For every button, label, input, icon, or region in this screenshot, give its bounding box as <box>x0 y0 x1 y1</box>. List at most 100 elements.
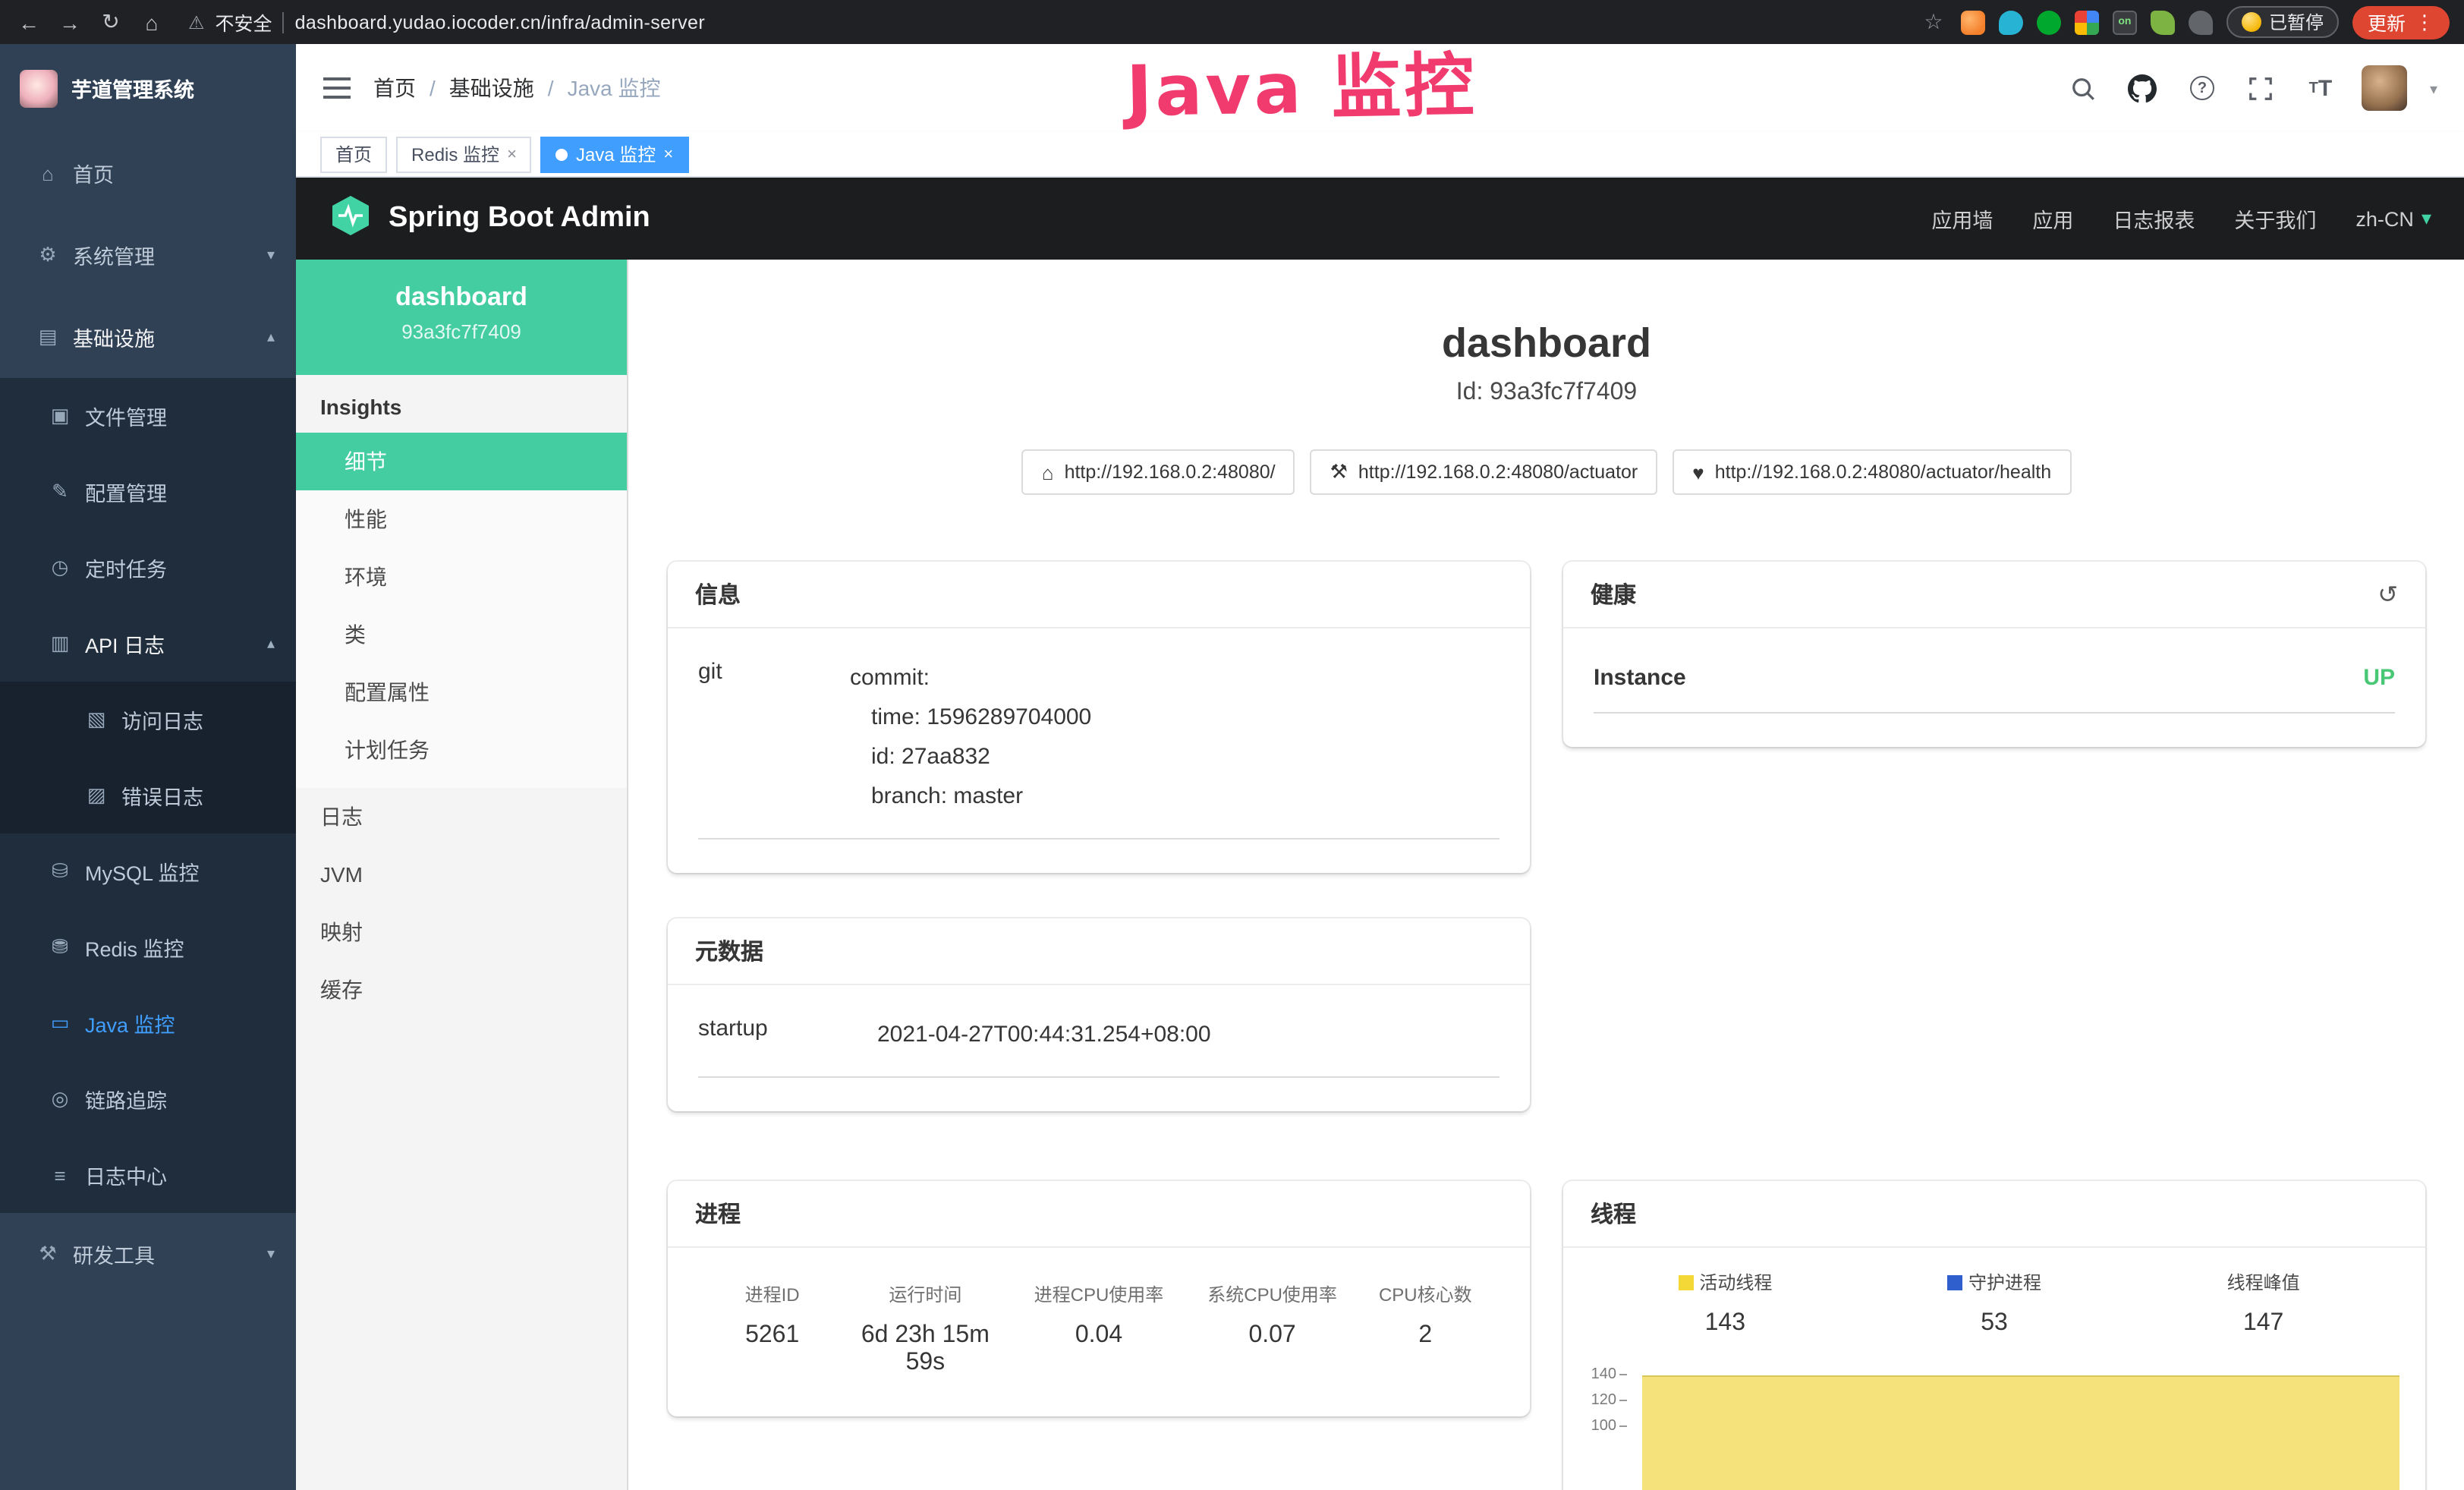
bookmark-star-icon[interactable] <box>1920 9 1947 35</box>
stat-process-cpu: 进程CPU使用率 0.04 <box>1010 1281 1187 1377</box>
warning-icon <box>188 11 205 33</box>
leaf-extension-icon[interactable] <box>2151 10 2175 34</box>
history-icon[interactable] <box>2377 579 2398 610</box>
reload-icon[interactable]: ↻ <box>97 9 124 35</box>
stat-system-cpu: 系统CPU使用率 0.07 <box>1188 1281 1358 1377</box>
breadcrumb-infrastructure[interactable]: 基础设施 <box>449 73 534 103</box>
startup-row: startup 2021-04-27T00:44:31.254+08:00 <box>698 997 1499 1078</box>
legend-live-threads: 活动线程 143 <box>1591 1269 1860 1337</box>
sidebar-item-caches[interactable]: 缓存 <box>296 961 627 1019</box>
tab-java-monitor[interactable]: Java 监控 × <box>541 136 688 172</box>
app-logo[interactable]: 芋道管理系统 <box>0 44 296 132</box>
yellow-legend-square <box>1678 1274 1693 1290</box>
instance-id: 93a3fc7f7409 <box>296 320 627 343</box>
evernote-extension-icon[interactable] <box>2037 10 2061 34</box>
search-icon[interactable] <box>2066 75 2102 101</box>
process-stats: 进程ID 5261 运行时间 6d 23h 15m 59s <box>698 1260 1499 1383</box>
forward-icon[interactable]: → <box>56 10 83 34</box>
blue-legend-square <box>1947 1274 1962 1290</box>
sidebar-item-infrastructure[interactable]: ▤ 基础设施 <box>0 296 296 378</box>
base-url-link[interactable]: http://192.168.0.2:48080/ <box>1022 449 1295 495</box>
switch-on-extension-icon[interactable]: on <box>2113 10 2137 34</box>
active-tab-dot <box>556 148 568 160</box>
sidebar-item-scheduled-tasks[interactable]: ◷ 定时任务 <box>0 530 296 606</box>
paused-badge[interactable]: 已暂停 <box>2226 6 2339 38</box>
sidebar-item-api-logs[interactable]: ▥ API 日志 <box>0 606 296 682</box>
grid-extension-icon[interactable] <box>2075 10 2099 34</box>
metadata-card-header: 元数据 <box>668 918 1530 985</box>
sidebar-item-link-tracing[interactable]: ◎ 链路追踪 <box>0 1061 296 1137</box>
sidebar-item-config-management[interactable]: ✎ 配置管理 <box>0 454 296 530</box>
back-icon[interactable]: ← <box>15 10 42 34</box>
github-icon[interactable] <box>2125 74 2161 102</box>
insights-item-classes[interactable]: 类 <box>296 606 627 663</box>
instance-header[interactable]: dashboard 93a3fc7f7409 <box>296 260 627 375</box>
chevron-down-icon <box>267 247 275 263</box>
tools-icon: ⚒ <box>33 1242 62 1266</box>
fullscreen-icon[interactable] <box>2243 75 2280 101</box>
insights-item-performance[interactable]: 性能 <box>296 490 627 548</box>
instance-name: dashboard <box>296 282 627 313</box>
breadcrumb-separator: / <box>548 76 554 100</box>
chevron-down-icon <box>2422 206 2431 231</box>
sidebar-item-redis-monitor[interactable]: ⛃ Redis 监控 <box>0 909 296 985</box>
sidebar-item-log-center[interactable]: ≡ 日志中心 <box>0 1137 296 1213</box>
legend-peak-threads: 线程峰值 147 <box>2129 1269 2398 1337</box>
nav-wallboard[interactable]: 应用墙 <box>1931 203 1993 234</box>
infrastructure-submenu: ▣ 文件管理 ✎ 配置管理 ◷ 定时任务 ▥ API 日志 <box>0 378 296 1213</box>
instance-label: Instance <box>1594 665 1686 691</box>
sidebar-item-error-logs[interactable]: ▨ 错误日志 <box>0 758 296 833</box>
process-card: 进程 进程ID 5261 运行时间 <box>668 1181 1530 1416</box>
close-icon[interactable]: × <box>507 145 517 163</box>
sba-brand[interactable]: Spring Boot Admin <box>389 202 650 235</box>
instance-details-view: dashboard Id: 93a3fc7f7409 http://192.16… <box>628 260 2464 1490</box>
insights-item-config-props[interactable]: 配置属性 <box>296 663 627 721</box>
sidebar-item-java-monitor[interactable]: ▭ Java 监控 <box>0 985 296 1061</box>
breadcrumb-home[interactable]: 首页 <box>373 73 416 103</box>
gear-icon: ⚙ <box>33 243 62 267</box>
sidebar-item-access-logs[interactable]: ▧ 访问日志 <box>0 682 296 758</box>
user-avatar[interactable] <box>2362 65 2407 111</box>
pin-extension-icon[interactable] <box>2189 10 2213 34</box>
sidebar-item-file-management[interactable]: ▣ 文件管理 <box>0 378 296 454</box>
page-title: dashboard <box>668 320 2425 367</box>
close-icon[interactable]: × <box>663 145 673 163</box>
sba-navbar: Spring Boot Admin 应用墙 应用 日志报表 关于我们 zh-CN <box>296 178 2464 260</box>
sidebar-item-home[interactable]: ⌂ 首页 <box>0 132 296 214</box>
tab-redis-monitor[interactable]: Redis 监控 × <box>396 136 532 172</box>
update-button[interactable]: 更新 ⋮ <box>2352 5 2450 39</box>
sidebar-item-mysql-monitor[interactable]: ⛁ MySQL 监控 <box>0 833 296 909</box>
nav-journal[interactable]: 日志报表 <box>2113 203 2195 234</box>
avatar-chevron-down-icon[interactable] <box>2430 74 2437 102</box>
insights-item-scheduled-tasks[interactable]: 计划任务 <box>296 721 627 779</box>
sidebar-item-system-management[interactable]: ⚙ 系统管理 <box>0 214 296 296</box>
browser-home-icon[interactable]: ⌂ <box>138 10 165 34</box>
insights-section-label: Insights <box>296 375 627 433</box>
separator <box>283 11 285 33</box>
threads-chart: 140 120 100 <box>1584 1362 2404 1490</box>
droplet-extension-icon[interactable] <box>1999 10 2023 34</box>
nav-applications[interactable]: 应用 <box>2032 203 2073 234</box>
monitor-icon: ▭ <box>46 1011 74 1035</box>
browser-menu-icon[interactable]: ⋮ <box>2415 10 2434 34</box>
sidebar-item-jvm[interactable]: JVM <box>296 846 627 903</box>
tab-home[interactable]: 首页 <box>320 136 387 172</box>
health-url-link[interactable]: http://192.168.0.2:48080/actuator/health <box>1673 449 2071 495</box>
address-bar[interactable]: 不安全 dashboard.yudao.iocoder.cn/infra/adm… <box>179 8 1906 36</box>
actuator-url-link[interactable]: http://192.168.0.2:48080/actuator <box>1311 449 1658 495</box>
help-icon[interactable] <box>2184 76 2220 100</box>
font-size-icon[interactable] <box>2302 75 2339 101</box>
list-icon: ▥ <box>46 632 74 656</box>
hamburger-icon[interactable] <box>323 76 351 100</box>
fox-extension-icon[interactable] <box>1961 10 1985 34</box>
insights-item-details[interactable]: 细节 <box>296 433 627 490</box>
status-badge: UP <box>2363 665 2395 691</box>
insights-item-environment[interactable]: 环境 <box>296 548 627 606</box>
chevron-down-icon <box>267 1246 275 1262</box>
sidebar-item-dev-tools[interactable]: ⚒ 研发工具 <box>0 1213 296 1295</box>
sidebar-item-mappings[interactable]: 映射 <box>296 903 627 961</box>
nav-about[interactable]: 关于我们 <box>2234 203 2316 234</box>
sidebar-item-logs[interactable]: 日志 <box>296 788 627 846</box>
locale-select[interactable]: zh-CN <box>2355 206 2431 231</box>
info-card-header: 信息 <box>668 562 1530 628</box>
